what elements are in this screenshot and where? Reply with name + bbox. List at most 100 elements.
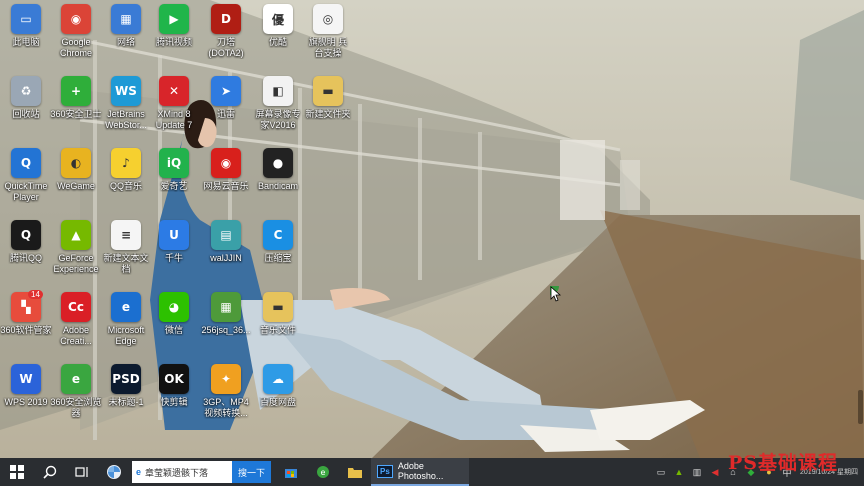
desktop-icon[interactable]: ● Bandicam <box>252 148 304 220</box>
search-input[interactable]: e 章莹颖遗骸下落 <box>132 461 232 483</box>
search-go-button[interactable]: 搜一下 <box>232 461 272 483</box>
wegame-icon: ◐ <box>61 148 91 178</box>
task-view-button[interactable] <box>66 458 98 486</box>
desktop-icon[interactable]: ✦ 3GP、MP4 视频转换... <box>200 364 252 436</box>
photoshop-taskbar-button[interactable]: Ps Adobe Photosho... <box>371 458 470 486</box>
desktop-icon[interactable]: +360安全卫士 <box>50 76 102 148</box>
desktop-icon[interactable]: iQ 爱奇艺 <box>148 148 200 220</box>
mouse-cursor <box>541 277 566 309</box>
desktop-icon-label: 新建文本文 档 <box>103 253 149 274</box>
360-browser-taskbar-button[interactable]: e <box>307 458 339 486</box>
xmind-icon: ✕ <box>159 76 189 106</box>
desktop-icon[interactable]: ▚ 14 360软件管家 <box>0 290 52 364</box>
desktop-icon-label: 迅雷 <box>216 109 235 119</box>
desktop-icon-grid: ▭ 此电脑 ◉ Google Chrome ▦ 网络 ▶ 腾讯视频 D 刀塔 (DOTA2) 優优酷… <box>0 0 864 458</box>
desktop-icon-label: 腾讯视频 <box>155 37 192 47</box>
desktop-icon[interactable]: U 千牛 <box>148 220 200 292</box>
adobe-cc-icon: Cc <box>61 292 91 322</box>
qq-icon: Q <box>11 220 41 250</box>
desktop-icon[interactable]: Q QuickTime Player <box>0 148 52 220</box>
desktop-icon-label: WPS 2019 <box>4 397 48 407</box>
desktop-icon-label: 压缩宝 <box>264 253 292 263</box>
desktop-icon-label: 屏幕录像专 家V2016 <box>255 109 301 130</box>
desktop-icon-label: 千牛 <box>164 253 183 263</box>
desktop-icon[interactable]: e 360安全浏览 器 <box>50 364 102 436</box>
pinwheel-icon <box>107 465 121 479</box>
installer-icon: ▦ <box>211 292 241 322</box>
desktop-icon[interactable]: OK 快剪辑 <box>148 364 200 436</box>
desktop-icon[interactable]: PSD 未标题-1 <box>100 364 152 436</box>
desktop-icon[interactable]: ▬ 音乐文件 <box>252 292 304 364</box>
desktop-icon-label: 网易云音乐 <box>203 181 249 191</box>
task-view-icon <box>75 467 88 477</box>
desktop-icon[interactable]: ◎ 旗舰明 兵 台支操 <box>302 4 354 76</box>
display-icon[interactable]: ▭ <box>654 465 668 479</box>
desktop-icon[interactable]: WS JetBrains WebStor... <box>100 76 152 148</box>
desktop-icon-label: 网络 <box>116 37 135 47</box>
desktop-icon[interactable]: ≡ 新建文本文 档 <box>100 220 152 292</box>
desktop-icon[interactable]: Cc Adobe Creati... <box>50 292 102 364</box>
desktop-icon[interactable]: ◉ Google Chrome <box>50 4 102 76</box>
desktop-icon[interactable]: ▤ walJJIN <box>200 220 252 292</box>
store-button[interactable] <box>275 458 307 486</box>
start-button[interactable] <box>0 458 34 486</box>
desktop-icon[interactable]: ♪ QQ音乐 <box>100 148 152 220</box>
desktop-icon[interactable]: C 压缩宝 <box>252 220 304 292</box>
desktop-icon-label: 3GP、MP4 视频转换... <box>203 397 249 418</box>
desktop-icon[interactable]: ▬ 新建文件夹 <box>302 76 354 148</box>
desktop-icon[interactable]: ▭ 此电脑 <box>0 4 52 76</box>
nvidia-icon[interactable]: ▲ <box>672 465 686 479</box>
windows-logo-icon <box>10 465 24 479</box>
desktop-icon[interactable]: ◐ WeGame <box>50 148 102 220</box>
desktop-icon-label: 优酷 <box>268 37 287 47</box>
bandicam-icon: ● <box>263 148 293 178</box>
file-explorer-button[interactable] <box>339 458 371 486</box>
desktop-icon[interactable]: ✕ XMind 8 Update 7 <box>148 76 200 148</box>
desktop-icon[interactable]: ◉ 网易云音乐 <box>200 148 252 220</box>
desktop-icon[interactable]: Q 腾讯QQ <box>0 220 52 292</box>
archive-icon: ▤ <box>211 220 241 250</box>
volume-warning-icon[interactable]: ◀ <box>708 465 722 479</box>
desktop-icon-label: 未标题-1 <box>108 397 144 407</box>
desktop-icon-label: 旗舰明 兵 台支操 <box>308 37 348 58</box>
desktop-icon[interactable]: ➤ 迅雷 <box>200 76 252 148</box>
desktop-icon-label: 256jsq_36... <box>201 325 251 335</box>
desktop-icon[interactable]: ☁ 百度网盘 <box>252 364 304 436</box>
tencent-video-icon: ▶ <box>159 4 189 34</box>
desktop-icon-label: 快剪辑 <box>160 397 188 407</box>
desktop-icon[interactable]: ♻ 回收站 <box>0 76 52 148</box>
hardware-icon[interactable]: ▥ <box>690 465 704 479</box>
desktop-icon[interactable]: ▶ 腾讯视频 <box>148 4 200 76</box>
desktop-icon-label: Bandicam <box>257 181 299 191</box>
wps-icon: W <box>11 364 41 394</box>
pinned-app-button[interactable] <box>98 458 130 486</box>
desktop-icon[interactable]: ▦ 256jsq_36... <box>200 292 252 364</box>
desktop-icon-label: 360安全浏览 器 <box>50 397 102 418</box>
desktop-icon[interactable]: 優优酷 <box>252 4 304 76</box>
desktop-scrollbar[interactable] <box>858 390 863 424</box>
youku-icon: 優 <box>263 4 293 34</box>
music-folder-icon: ▬ <box>263 292 293 322</box>
desktop-icon[interactable]: ▦ 网络 <box>100 4 152 76</box>
desktop-icon[interactable]: W WPS 2019 <box>0 364 52 436</box>
desktop-icon-label: 360安全卫士 <box>50 109 102 119</box>
desktop-icon[interactable]: e Microsoft Edge <box>100 292 152 364</box>
desktop-icon[interactable]: ◕ 微信 <box>148 292 200 364</box>
psd-file-icon: PSD <box>111 364 141 394</box>
desktop-icon-label: Adobe Creati... <box>60 325 92 346</box>
desktop-icon-label: 腾讯QQ <box>9 253 42 263</box>
search-button[interactable] <box>34 458 66 486</box>
qq-music-icon: ♪ <box>111 148 141 178</box>
desktop-icon[interactable]: ◧ 屏幕录像专 家V2016 <box>252 76 304 148</box>
edge-icon: e <box>111 292 141 322</box>
text-document-icon: ≡ <box>111 220 141 250</box>
desktop-icon-label: 回收站 <box>12 109 40 119</box>
360-browser-icon: e <box>317 466 330 478</box>
kuaijianji-icon: OK <box>159 364 189 394</box>
chrome-icon: ◉ <box>61 4 91 34</box>
desktop-icon[interactable]: ▲ GeForce Experience <box>50 220 102 292</box>
desktop-icon[interactable]: D 刀塔 (DOTA2) <box>200 4 252 76</box>
desktop-icon-label: 音乐文件 <box>259 325 296 335</box>
desktop-icon-label: WeGame <box>57 181 95 191</box>
desktop-icon-label: walJJIN <box>210 253 242 263</box>
